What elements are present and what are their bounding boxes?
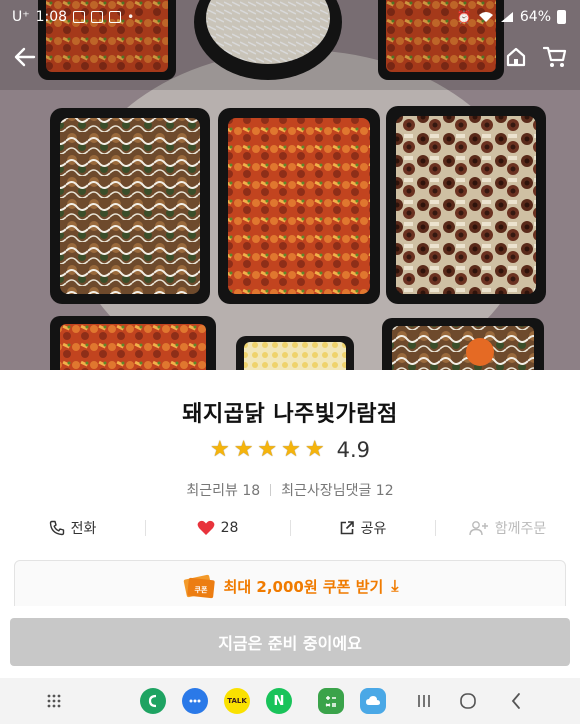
back-button[interactable] xyxy=(8,40,42,74)
home-circle-icon xyxy=(460,693,476,709)
owner-replies-link[interactable]: 최근사장님댓글 12 xyxy=(281,480,393,500)
kakaotalk-app-icon[interactable]: TALK xyxy=(224,688,250,714)
grid-dots-icon xyxy=(47,694,61,708)
group-order-label: 함께주문 xyxy=(494,521,547,537)
gallery-icon xyxy=(109,11,122,23)
notification-more-icon: • xyxy=(127,10,135,24)
battery-icon xyxy=(557,10,566,24)
coupon-banner[interactable]: 쿠폰 최대 2,000원 쿠폰 받기 ⤓ xyxy=(14,560,566,612)
messages-glyph xyxy=(189,699,201,703)
cart-button[interactable] xyxy=(538,40,572,74)
order-bar: 지금은 준비 중이에요 xyxy=(0,606,580,678)
status-bar: U⁺ 1:08 • ⏰ 64% xyxy=(0,0,580,34)
wifi-icon xyxy=(478,12,493,22)
instagram-icon xyxy=(91,11,104,23)
home-icon xyxy=(506,47,526,67)
coupon-badge-text: 쿠폰 xyxy=(194,586,207,594)
back-arrow-icon xyxy=(14,47,36,67)
chevron-left-icon xyxy=(511,693,520,709)
star-icon: ★ xyxy=(304,437,325,462)
share-label: 공유 xyxy=(360,521,387,537)
calculator-app-icon[interactable] xyxy=(318,688,344,714)
shop-name: 돼지곱닭 나주빛가람점 xyxy=(182,402,398,427)
action-row: 전화 28 공유 함께주문 xyxy=(0,512,580,544)
home-nav-button[interactable] xyxy=(456,688,480,714)
phone-icon xyxy=(49,520,64,536)
star-icon: ★ xyxy=(281,437,301,462)
coupon-label: 최대 2,000원 쿠폰 받기 xyxy=(223,577,384,596)
like-button[interactable]: 28 xyxy=(145,512,290,544)
system-nav-bar: TALK N xyxy=(0,678,580,724)
coupon-icon: 쿠폰 xyxy=(183,574,215,599)
rating-row: ★ ★ ★ ★ ★ 4.9 xyxy=(0,438,580,462)
call-button[interactable]: 전화 xyxy=(0,512,145,544)
back-nav-button[interactable] xyxy=(504,688,528,714)
top-nav xyxy=(0,40,580,74)
notification-icon xyxy=(73,11,86,23)
heart-icon xyxy=(197,520,214,535)
group-order-button[interactable]: 함께주문 xyxy=(435,512,580,544)
alarm-icon: ⏰ xyxy=(456,10,472,24)
order-button[interactable]: 지금은 준비 중이에요 xyxy=(10,618,570,666)
star-icon: ★ xyxy=(209,437,230,462)
cart-icon xyxy=(543,46,567,67)
home-button[interactable] xyxy=(499,40,533,74)
naver-app-icon[interactable]: N xyxy=(266,688,292,714)
share-button[interactable]: 공유 xyxy=(290,512,435,544)
recent-apps-icon xyxy=(418,695,430,707)
call-label: 전화 xyxy=(70,521,97,537)
calculator-glyph xyxy=(325,696,336,707)
carrier-label: U⁺ xyxy=(12,9,30,25)
star-icon: ★ xyxy=(233,437,254,462)
battery-label: 64% xyxy=(519,9,551,25)
recent-apps-button[interactable] xyxy=(412,688,436,714)
cloud-glyph xyxy=(366,696,380,705)
status-right: ⏰ 64% xyxy=(457,9,566,25)
messages-app-icon[interactable] xyxy=(182,688,208,714)
divider xyxy=(270,484,272,496)
star-icon: ★ xyxy=(257,437,278,462)
phone-app-icon[interactable] xyxy=(140,688,166,714)
download-arrow-icon: ⤓ xyxy=(391,576,399,595)
likes-count: 28 xyxy=(220,520,239,536)
rating-value: 4.9 xyxy=(336,438,371,462)
share-icon xyxy=(340,521,354,535)
review-counts: 최근리뷰 18 최근사장님댓글 12 xyxy=(0,480,580,500)
recent-reviews-link[interactable]: 최근리뷰 18 xyxy=(186,480,260,500)
status-left: U⁺ 1:08 • xyxy=(12,9,134,25)
cloud-app-icon[interactable] xyxy=(360,688,386,714)
add-person-icon xyxy=(469,521,488,536)
clock: 1:08 xyxy=(35,9,68,25)
signal-icon xyxy=(500,12,513,22)
app-drawer-button[interactable] xyxy=(44,688,64,714)
phone-app-glyph xyxy=(148,694,157,708)
